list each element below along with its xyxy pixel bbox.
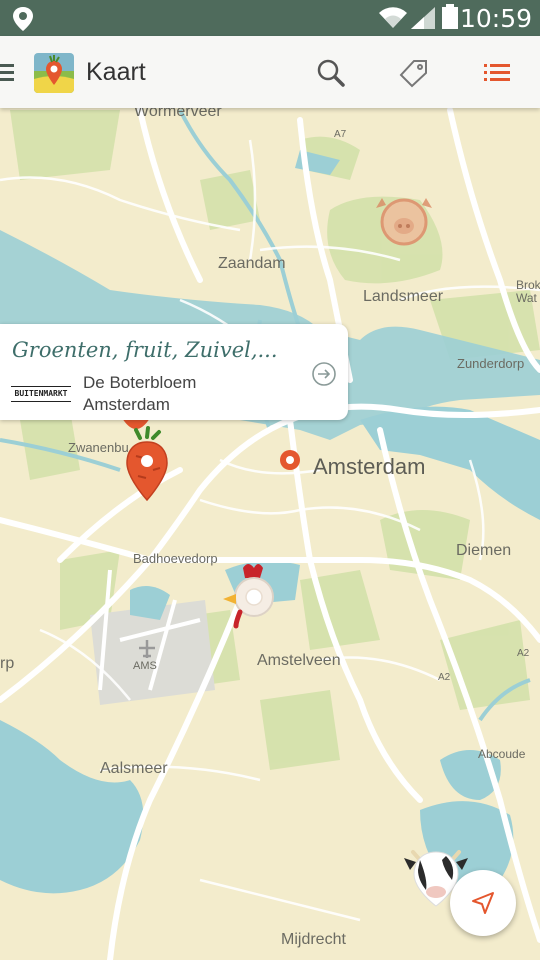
label-amstelveen: Amstelveen	[257, 652, 341, 669]
brand-logo: BUITENMARKT	[11, 386, 71, 402]
label-abcoude: Abcoude	[478, 747, 526, 761]
road-shield-a2-north: A2	[438, 672, 451, 683]
label-wormerveer: Wormerveer	[134, 108, 222, 120]
label-wat: Wat	[516, 291, 538, 305]
search-icon	[317, 59, 345, 87]
navigation-arrow-icon	[472, 892, 494, 914]
status-bar: 10:59	[0, 0, 540, 36]
menu-icon[interactable]	[0, 64, 14, 82]
tag-button[interactable]	[399, 58, 429, 88]
my-location-button[interactable]	[450, 870, 516, 936]
list-icon	[484, 64, 510, 81]
app-logo	[34, 53, 74, 93]
open-details-icon[interactable]	[311, 361, 337, 387]
wifi-icon	[378, 6, 408, 35]
tag-icon	[399, 60, 427, 88]
label-zaandam: Zaandam	[218, 255, 286, 272]
label-mijdrecht: Mijdrecht	[281, 931, 346, 948]
farm-popup-card[interactable]: Groenten, fruit, Zuivel,... BUITENMARKT …	[0, 324, 348, 420]
label-ams: AMS	[133, 660, 157, 672]
label-badhoevedorp: Badhoevedorp	[133, 551, 218, 566]
app-bar: Kaart	[0, 36, 540, 108]
road-shield-a2-south: A2	[517, 648, 530, 659]
map-view[interactable]: Wormerveer A7 Zaandam Landsmeer Brok Wat…	[0, 108, 540, 960]
clock: 10:59	[459, 4, 532, 33]
popup-farm-city: Amsterdam	[83, 395, 170, 414]
popup-farm-name: De Boterbloem	[83, 373, 197, 392]
label-amsterdam: Amsterdam	[313, 454, 425, 479]
battery-icon	[441, 4, 459, 35]
label-landsmeer: Landsmeer	[363, 288, 444, 305]
search-button[interactable]	[316, 58, 346, 88]
list-view-button[interactable]	[482, 58, 512, 88]
page-title: Kaart	[86, 58, 146, 86]
label-zunderdorp: Zunderdorp	[457, 356, 524, 371]
label-brok: Brok	[516, 278, 540, 292]
label-zwanenburg: Zwanenbu	[68, 440, 129, 455]
location-dot[interactable]	[280, 450, 300, 470]
location-icon	[12, 6, 34, 37]
road-shield-a7: A7	[334, 129, 347, 140]
label-rp: rp	[0, 655, 14, 672]
label-diemen: Diemen	[456, 542, 511, 559]
popup-category: Groenten, fruit, Zuivel,...	[12, 338, 278, 362]
signal-icon	[410, 6, 436, 35]
label-aalsmeer: Aalsmeer	[100, 760, 168, 777]
